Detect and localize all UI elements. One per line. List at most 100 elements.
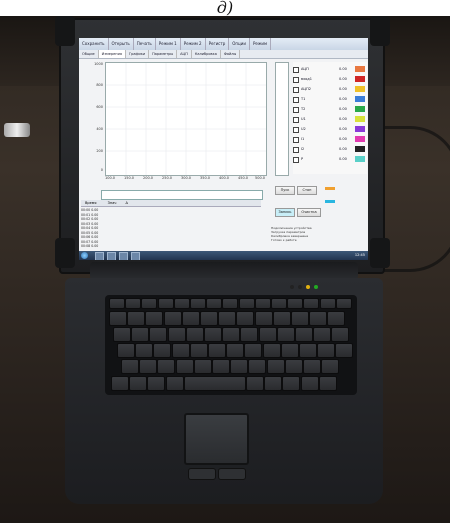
keyboard-key[interactable] bbox=[167, 327, 186, 342]
keyboard-key[interactable] bbox=[295, 327, 313, 342]
keyboard-key[interactable] bbox=[284, 359, 303, 374]
toolbar-button[interactable]: Сохранить bbox=[79, 38, 109, 50]
keyboard-key[interactable] bbox=[280, 343, 299, 358]
keyboard-key[interactable] bbox=[222, 327, 241, 342]
keyboard-key[interactable] bbox=[335, 343, 354, 358]
channel-checkbox[interactable] bbox=[293, 67, 299, 73]
keyboard-key[interactable] bbox=[264, 376, 283, 391]
keyboard-key[interactable] bbox=[127, 311, 146, 326]
keyboard-key[interactable] bbox=[246, 376, 264, 391]
clear-button[interactable]: Очистка bbox=[297, 208, 321, 217]
channel-color-swatch[interactable] bbox=[355, 116, 365, 122]
keyboard-key[interactable] bbox=[125, 298, 142, 309]
keyboard-key[interactable] bbox=[321, 359, 340, 374]
keyboard-key[interactable] bbox=[147, 376, 166, 391]
tab[interactable]: Файлы bbox=[221, 50, 241, 58]
keyboard-key[interactable] bbox=[300, 376, 319, 391]
start-button-icon[interactable] bbox=[81, 252, 88, 259]
app-icon[interactable] bbox=[107, 252, 116, 260]
keyboard-key[interactable] bbox=[313, 327, 332, 342]
channel-color-swatch[interactable] bbox=[355, 126, 365, 132]
keyboard-key[interactable] bbox=[139, 359, 158, 374]
keyboard-key[interactable] bbox=[185, 327, 204, 342]
keyboard-key[interactable] bbox=[226, 343, 245, 358]
channel-checkbox[interactable] bbox=[293, 117, 299, 123]
keyboard-key[interactable] bbox=[218, 311, 237, 326]
channel-checkbox[interactable] bbox=[293, 97, 299, 103]
keyboard-key[interactable] bbox=[303, 359, 321, 374]
keyboard-key[interactable] bbox=[206, 298, 223, 309]
channel-color-swatch[interactable] bbox=[355, 146, 365, 152]
keyboard-key[interactable] bbox=[109, 298, 125, 309]
keyboard-key[interactable] bbox=[271, 298, 287, 309]
status-field[interactable] bbox=[101, 190, 263, 200]
channel-color-swatch[interactable] bbox=[355, 136, 365, 142]
toolbar-button[interactable]: Режим 1 bbox=[156, 38, 181, 50]
channel-row[interactable]: АЦП 0.00 bbox=[293, 66, 367, 73]
start-button[interactable]: Пуск bbox=[275, 186, 295, 195]
app-icon[interactable] bbox=[119, 252, 128, 260]
tab[interactable]: АЦП bbox=[177, 50, 192, 58]
keyboard-key[interactable] bbox=[254, 311, 273, 326]
tab[interactable]: Параметры bbox=[149, 50, 178, 58]
channel-row[interactable]: P 0.00 bbox=[293, 156, 367, 163]
touchpad-left-button[interactable] bbox=[188, 468, 216, 480]
record-button[interactable]: Запись bbox=[275, 208, 295, 217]
keyboard-key[interactable] bbox=[331, 327, 350, 342]
channel-row[interactable]: АЦП2 0.00 bbox=[293, 86, 367, 93]
keyboard-key[interactable] bbox=[149, 327, 168, 342]
app-icon[interactable] bbox=[131, 252, 140, 260]
keyboard-key[interactable] bbox=[200, 311, 218, 326]
channel-checkbox[interactable] bbox=[293, 77, 299, 83]
keyboard-key[interactable] bbox=[145, 311, 164, 326]
keyboard-key[interactable] bbox=[141, 298, 158, 309]
channel-row[interactable]: U1 0.00 bbox=[293, 116, 367, 123]
keyboard-key[interactable] bbox=[190, 298, 206, 309]
channel-row[interactable]: U2 0.00 bbox=[293, 126, 367, 133]
channel-checkbox[interactable] bbox=[293, 87, 299, 93]
keyboard-key[interactable] bbox=[282, 376, 301, 391]
keyboard-key[interactable] bbox=[189, 343, 208, 358]
explorer-icon[interactable] bbox=[95, 252, 104, 260]
keyboard-key[interactable] bbox=[272, 311, 291, 326]
keyboard-key[interactable] bbox=[175, 359, 194, 374]
keyboard-key[interactable] bbox=[335, 298, 352, 309]
toolbar-button[interactable]: Печать bbox=[134, 38, 156, 50]
graph-area[interactable] bbox=[105, 62, 267, 176]
keyboard-key[interactable] bbox=[238, 298, 255, 309]
toolbar-button[interactable]: Опции bbox=[229, 38, 250, 50]
keyboard-key[interactable] bbox=[319, 298, 336, 309]
keyboard-key[interactable] bbox=[309, 311, 328, 326]
channel-row[interactable]: вход1 0.00 bbox=[293, 76, 367, 83]
keyboard-key[interactable] bbox=[230, 359, 249, 374]
channel-row[interactable]: T1 0.00 bbox=[293, 96, 367, 103]
channel-row[interactable]: T2 0.00 bbox=[293, 106, 367, 113]
keyboard-key[interactable] bbox=[303, 298, 320, 309]
keyboard-key[interactable] bbox=[163, 311, 182, 326]
keyboard-key[interactable] bbox=[171, 343, 190, 358]
keyboard-key[interactable] bbox=[248, 359, 267, 374]
keyboard-key[interactable] bbox=[183, 376, 246, 391]
keyboard-key[interactable] bbox=[153, 343, 172, 358]
channel-color-swatch[interactable] bbox=[355, 76, 365, 82]
keyboard-key[interactable] bbox=[181, 311, 200, 326]
keyboard-key[interactable] bbox=[212, 359, 230, 374]
channel-checkbox[interactable] bbox=[293, 157, 299, 163]
channel-checkbox[interactable] bbox=[293, 107, 299, 113]
channel-color-swatch[interactable] bbox=[355, 156, 365, 162]
keyboard-key[interactable] bbox=[121, 359, 139, 374]
channel-color-swatch[interactable] bbox=[355, 96, 365, 102]
keyboard-key[interactable] bbox=[193, 359, 212, 374]
list-item[interactable]: 00:08 0.00 bbox=[81, 244, 131, 249]
keyboard-key[interactable] bbox=[129, 376, 148, 391]
keyboard-key[interactable] bbox=[204, 327, 222, 342]
keyboard-key[interactable] bbox=[266, 359, 285, 374]
touchpad[interactable] bbox=[184, 413, 249, 465]
keyboard-key[interactable] bbox=[113, 327, 131, 342]
keyboard-key[interactable] bbox=[109, 311, 127, 326]
toolbar-button[interactable]: Режим 2 bbox=[181, 38, 206, 50]
keyboard-key[interactable] bbox=[327, 311, 346, 326]
toolbar-button[interactable]: Режим bbox=[250, 38, 272, 50]
toolbar-button[interactable]: Регистр bbox=[206, 38, 230, 50]
tab[interactable]: Калибровка bbox=[192, 50, 221, 58]
